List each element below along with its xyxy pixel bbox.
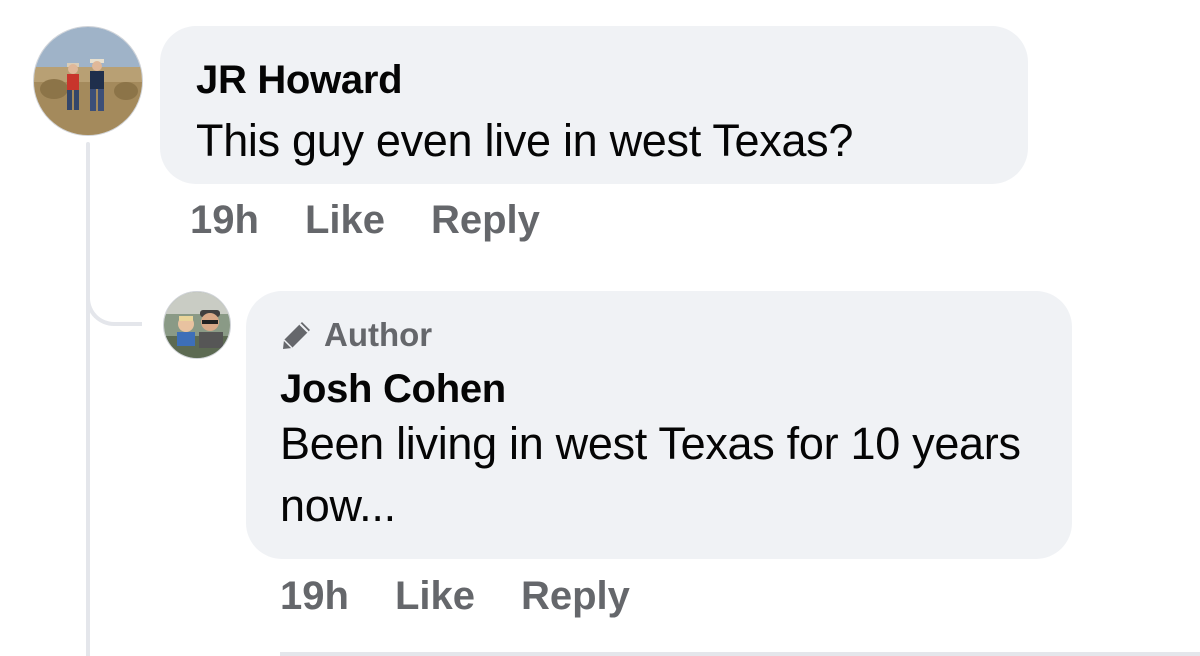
avatar-josh-cohen[interactable] (163, 291, 231, 359)
reply-button[interactable]: Reply (431, 198, 540, 243)
comment-text: This guy even live in west Texas? (196, 115, 854, 166)
author-badge: Author (280, 315, 1036, 355)
reply-bubble: Author Josh Cohen Been living in west Te… (246, 291, 1072, 559)
reply-timestamp[interactable]: 19h (280, 574, 349, 619)
reply-text: Been living in west Texas for 10 years n… (280, 418, 1021, 531)
reply-connector-curve (86, 270, 142, 326)
pencil-icon (280, 318, 314, 352)
avatar-jr-howard[interactable] (33, 26, 143, 136)
comment-author-name[interactable]: JR Howard (196, 56, 992, 104)
reply-author-name[interactable]: Josh Cohen (280, 365, 1036, 413)
avatar-photo (34, 27, 142, 135)
reply-button[interactable]: Reply (521, 574, 630, 619)
reply-actions: 19h Like Reply (280, 574, 630, 619)
author-badge-label: Author (324, 316, 433, 353)
comment-timestamp[interactable]: 19h (190, 198, 259, 243)
comment-bubble: JR Howard This guy even live in west Tex… (160, 26, 1028, 184)
like-button[interactable]: Like (305, 198, 385, 243)
avatar-photo (164, 292, 230, 358)
divider (280, 652, 1200, 656)
thread-connector-line (86, 142, 90, 656)
like-button[interactable]: Like (395, 574, 475, 619)
comment-actions: 19h Like Reply (190, 198, 540, 243)
comment-thread: JR Howard This guy even live in west Tex… (0, 0, 1200, 656)
